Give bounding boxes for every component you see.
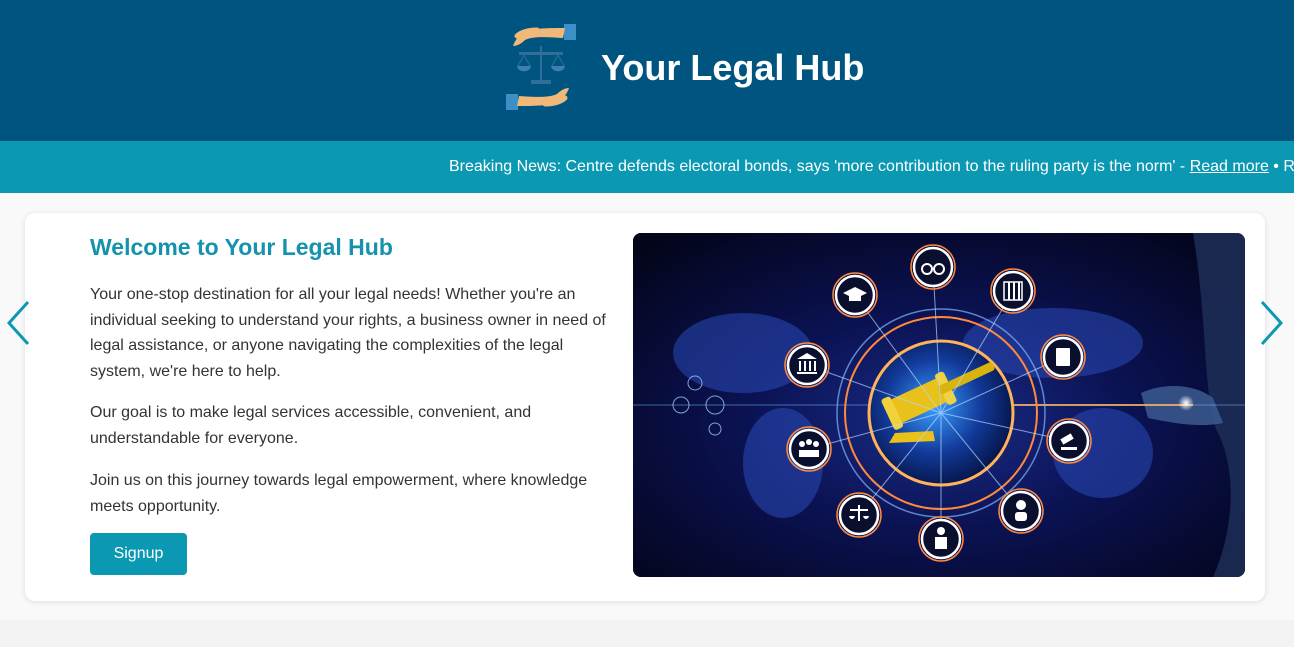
news-ticker: Breaking News: Centre defends electoral … [0, 141, 1294, 193]
join-paragraph: Join us on this journey towards legal em… [90, 472, 588, 515]
intro-paragraph: Your one-stop destination for all your l… [90, 286, 606, 380]
ticker-text: Breaking News: Centre defends electoral … [449, 157, 1294, 177]
ticker-headline: Breaking News: Centre defends electoral … [449, 158, 1190, 175]
signup-button[interactable]: Signup [90, 533, 187, 575]
scales-in-hands-icon[interactable] [503, 22, 579, 114]
goal-paragraph: Our goal is to make legal services acces… [90, 404, 532, 447]
page-footer-area [0, 620, 1294, 647]
welcome-heading: Welcome to Your Legal Hub [90, 234, 393, 260]
hero-image [633, 233, 1245, 577]
ticker-next-headline: • R [1268, 158, 1294, 175]
welcome-section: Welcome to Your Legal Hub Your one-stop … [0, 193, 1294, 620]
carousel-slide: Welcome to Your Legal Hub Your one-stop … [25, 213, 1265, 601]
chevron-left-icon[interactable] [4, 298, 34, 348]
site-title: Your Legal Hub [601, 47, 865, 88]
chevron-right-icon[interactable] [1256, 298, 1286, 348]
read-more-link[interactable]: Read more [1190, 158, 1269, 175]
site-header: Your Legal Hub [0, 0, 1294, 141]
legal-tech-illustration [633, 233, 1245, 577]
